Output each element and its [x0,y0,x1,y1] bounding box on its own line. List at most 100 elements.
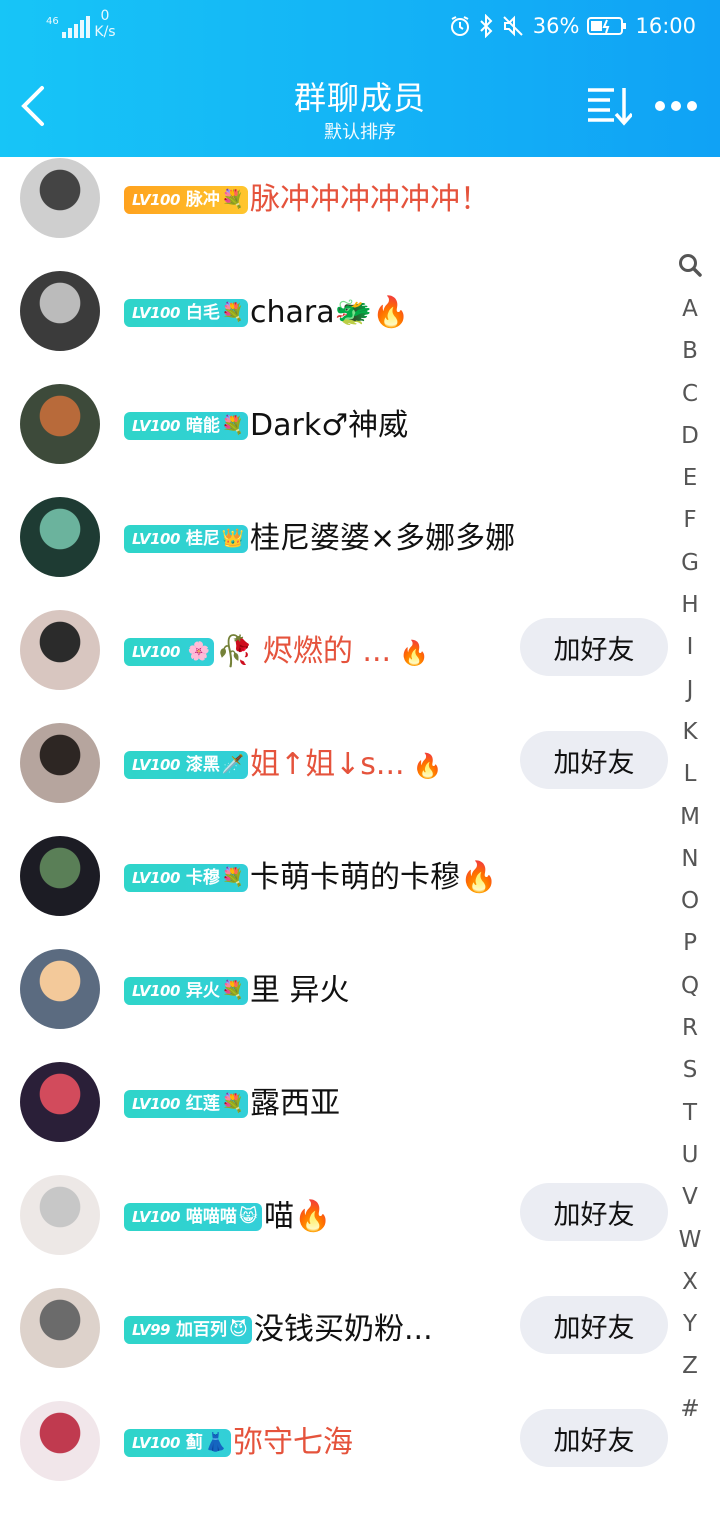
add-friend-button[interactable]: 加好友 [520,1409,668,1467]
index-letter[interactable]: O [668,880,712,922]
index-letter[interactable]: N [668,838,712,880]
member-row[interactable]: LV100 卡穆 💐 卡萌卡萌的卡穆🔥 [0,836,680,949]
title-emoji: 👗 [204,1432,228,1453]
index-letter[interactable]: X [668,1261,712,1303]
status-icons: 36% 16:00 [449,14,696,38]
index-letter[interactable]: M [668,796,712,838]
index-letters[interactable]: A B C D E F G H I J K L M N O P Q R S T U V W X Y Z # [668,288,712,1430]
index-letter[interactable]: S [668,1049,712,1091]
member-row[interactable]: LV99 加百列 😈 没钱买奶粉... 加好友 [0,1288,680,1401]
index-letter[interactable]: I [668,626,712,668]
index-letter[interactable]: Z [668,1345,712,1387]
title-emoji: 💐 [221,415,245,436]
member-row[interactable]: LV100 喵喵喵 😸 喵🔥 加好友 [0,1175,680,1288]
member-title: 加百列 [175,1320,227,1340]
level-label: LV100 [132,1434,180,1452]
avatar[interactable] [20,1062,100,1142]
index-letter[interactable]: D [668,415,712,457]
index-letter[interactable]: R [668,1007,712,1049]
avatar[interactable] [20,1288,100,1368]
title-emoji: 🌸 [187,641,211,662]
member-title-badge: LV100 🌸 [124,638,215,666]
avatar[interactable] [20,158,100,238]
index-letter[interactable]: U [668,1134,712,1176]
search-icon[interactable] [677,252,703,278]
avatar[interactable] [20,723,100,803]
more-options-icon[interactable] [654,97,698,115]
index-letter[interactable]: B [668,330,712,372]
index-letter[interactable]: Y [668,1303,712,1345]
member-row[interactable]: LV100 暗能 💐 Dark♂神威 [0,384,680,497]
member-nickname: 🥀 烬燃的 ... [216,634,392,669]
title-emoji: 💐 [221,867,245,888]
member-nickname: 喵🔥 [264,1199,332,1234]
index-letter[interactable]: H [668,584,712,626]
index-letter[interactable]: W [668,1219,712,1261]
member-row[interactable]: LV100 红莲 💐 露西亚 [0,1062,680,1175]
member-nickname: Dark♂神威 [250,408,409,443]
member-row[interactable]: LV100 异火 💐 里 异火 [0,949,680,1062]
add-friend-button[interactable]: 加好友 [520,1296,668,1354]
member-name: 喵🔥 [264,1197,339,1238]
alphabet-index[interactable]: A B C D E F G H I J K L M N O P Q R S T U V W X Y Z # [668,252,712,1430]
member-row[interactable]: LV100 脉冲 💐 脉冲冲冲冲冲冲！ [0,158,680,271]
network-type-label: 46 [46,16,59,27]
member-title-badge: LV100 红莲 💐 [124,1090,249,1118]
index-letter[interactable]: Q [668,965,712,1007]
clock: 16:00 [635,14,696,38]
name-suffix: 🔥 [399,639,429,667]
member-row[interactable]: LV100 蓟 👗 弥守七海 加好友 [0,1401,680,1514]
title-emoji: 😈 [228,1319,248,1340]
member-title-badge: LV100 暗能 💐 [124,412,249,440]
avatar[interactable] [20,271,100,351]
index-letter[interactable]: K [668,711,712,753]
sort-icon[interactable] [586,86,632,126]
member-title: 白毛 [185,303,220,323]
index-letter[interactable]: # [668,1388,712,1430]
index-letter[interactable]: P [668,922,712,964]
avatar[interactable] [20,836,100,916]
index-letter[interactable]: L [668,753,712,795]
member-title-badge: LV100 脉冲 💐 [124,186,249,214]
title-emoji: 🗡️ [221,754,245,775]
member-nickname: 没钱买奶粉... [254,1312,433,1347]
battery-icon [587,17,627,35]
avatar[interactable] [20,384,100,464]
member-row[interactable]: LV100 桂尼 👑 桂尼婆婆×多娜多娜 [0,497,680,610]
member-nickname: 姐↑姐↓s... [250,747,405,782]
index-letter[interactable]: G [668,542,712,584]
member-title-badge: LV100 桂尼 👑 [124,525,249,553]
index-letter[interactable]: A [668,288,712,330]
index-letter[interactable]: F [668,499,712,541]
member-title: 桂尼 [185,529,220,549]
level-label: LV100 [132,1208,180,1226]
header-bar: 46 0 K/s 36% 16:00 群聊成员 默认排序 [0,0,720,157]
member-title: 暗能 [185,416,220,436]
avatar[interactable] [20,949,100,1029]
index-letter[interactable]: T [668,1092,712,1134]
member-title-badge: LV99 加百列 😈 [124,1316,252,1344]
member-list[interactable]: LV100 脉冲 💐 脉冲冲冲冲冲冲！ LV100 白毛 💐 chara🐲🔥 LV100 暗能 💐 D… [0,157,720,1520]
index-letter[interactable]: C [668,373,712,415]
title-emoji: 👑 [221,528,245,549]
member-nickname: chara🐲🔥 [250,295,410,330]
member-title-badge: LV100 喵喵喵 😸 [124,1203,262,1231]
avatar[interactable] [20,610,100,690]
avatar[interactable] [20,497,100,577]
index-letter[interactable]: E [668,457,712,499]
avatar[interactable] [20,1401,100,1481]
index-letter[interactable]: V [668,1176,712,1218]
add-friend-button[interactable]: 加好友 [520,1183,668,1241]
index-letter[interactable]: J [668,669,712,711]
member-row[interactable]: LV100 🌸 🥀 烬燃的 ... 🔥 加好友 [0,610,680,723]
member-name: chara🐲🔥 [250,293,417,334]
member-title-badge: LV100 异火 💐 [124,977,249,1005]
avatar[interactable] [20,1175,100,1255]
member-row[interactable]: LV100 漆黑 🗡️ 姐↑姐↓s... 🔥 加好友 [0,723,680,836]
add-friend-button[interactable]: 加好友 [520,731,668,789]
level-label: LV100 [132,756,180,774]
add-friend-button[interactable]: 加好友 [520,618,668,676]
member-name: 姐↑姐↓s... 🔥 [250,745,442,786]
member-row[interactable]: LV100 白毛 💐 chara🐲🔥 [0,271,680,384]
level-label: LV100 [132,304,180,322]
